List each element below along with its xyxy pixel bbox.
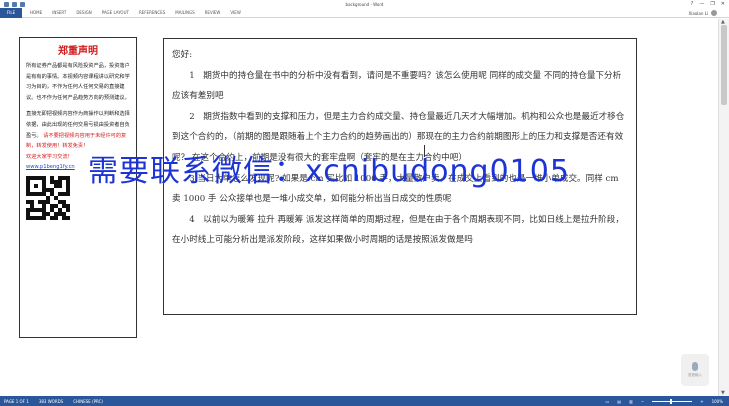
tab-home[interactable]: HOME	[30, 10, 42, 15]
voice-input-label: 语音输入	[688, 373, 702, 377]
greeting: 您好:	[172, 50, 193, 60]
watermark-overlay: 需要联系微信：xcnibudong0105	[88, 154, 570, 189]
print-layout-icon[interactable]: ▤	[617, 399, 621, 404]
microphone-icon	[692, 362, 698, 371]
disclaimer-title: 郑重声明	[58, 46, 98, 57]
tab-view[interactable]: VIEW	[230, 10, 240, 15]
read-mode-icon[interactable]: ▭	[606, 399, 610, 404]
minimize-icon[interactable]: —	[699, 1, 704, 7]
scroll-thumb[interactable]	[721, 25, 727, 105]
qr-code	[26, 176, 70, 221]
qr-code-pattern	[26, 176, 70, 221]
window-controls: ? — ❐ ✕	[691, 1, 725, 7]
title-bar: background - Word ? — ❐ ✕	[0, 0, 729, 8]
word-count[interactable]: 383 WORDS	[39, 399, 63, 404]
disclaimer-body: 所有证券产品都是有风险投资产品，投资落户是有有的事情。本视频内容课程讲以研究和学…	[26, 63, 130, 101]
help-icon[interactable]: ?	[691, 1, 694, 7]
close-icon[interactable]: ✕	[721, 1, 725, 7]
restore-icon[interactable]: ❐	[710, 1, 714, 7]
zoom-in-icon[interactable]: +	[700, 399, 703, 404]
zoom-slider[interactable]	[652, 398, 693, 404]
zoom-level[interactable]: 100%	[712, 399, 723, 404]
user-account[interactable]: Xiaolan Li	[689, 10, 717, 16]
question-1: 1 期货中的持仓量在书中的分析中没有看到，请问是不重要吗？该怎么使用呢 同样的成…	[172, 70, 622, 102]
tab-page-layout[interactable]: PAGE LAYOUT	[102, 10, 129, 15]
tab-mailings[interactable]: MAILINGS	[175, 10, 194, 15]
document-title: background - Word	[345, 1, 384, 7]
voice-input-button[interactable]: 语音输入	[681, 354, 709, 386]
tab-design[interactable]: DESIGN	[76, 10, 91, 15]
user-name: Xiaolan Li	[688, 10, 708, 16]
tab-insert[interactable]: INSERT	[52, 10, 66, 15]
tab-review[interactable]: REVIEW	[205, 10, 221, 15]
avatar	[711, 10, 717, 16]
ribbon-tabs: FILE HOME INSERT DESIGN PAGE LAYOUT REFE…	[0, 7, 729, 18]
zoom-out-icon[interactable]: −	[641, 399, 644, 404]
question-4: 4 以前以为暖筹 拉升 再暖筹 派发这样简单的周期过程，但是在由于各个周期表现不…	[172, 214, 624, 246]
tab-file[interactable]: FILE	[0, 7, 22, 18]
status-bar: PAGE 1 OF 1 383 WORDS CHINESE (PRC) ▭ ▤ …	[0, 396, 729, 406]
tab-references[interactable]: REFERENCES	[139, 10, 165, 15]
web-layout-icon[interactable]: ▥	[629, 399, 633, 404]
language-indicator[interactable]: CHINESE (PRC)	[73, 399, 103, 404]
vertical-scrollbar[interactable]: ▲ ▼	[718, 19, 729, 396]
page-count[interactable]: PAGE 1 OF 1	[4, 399, 29, 404]
